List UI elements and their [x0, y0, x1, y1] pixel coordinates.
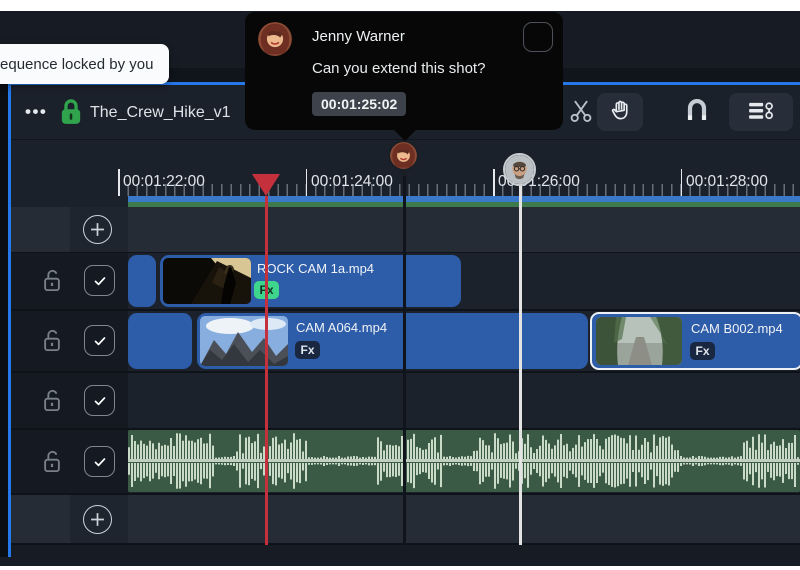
track-header-a2 [11, 430, 128, 493]
clip-thumbnail-cam-b002 [596, 317, 682, 365]
clip-audio-waveform[interactable] [128, 430, 800, 492]
track-enable-checkbox[interactable] [84, 325, 115, 356]
left-gutter [0, 82, 8, 557]
add-track-row-top [11, 207, 800, 252]
track-enable-checkbox[interactable] [84, 446, 115, 477]
hand-icon [608, 98, 633, 126]
audio-waveform-channel-left [128, 432, 800, 459]
fx-badge[interactable]: Fx [295, 341, 320, 359]
snap-toggle-button[interactable] [674, 93, 720, 131]
collaborator-marker-line [519, 185, 522, 545]
ruler-major-tick [681, 169, 683, 196]
scissors-icon [568, 98, 594, 127]
hand-tool-button[interactable] [597, 93, 643, 131]
track-enable-checkbox[interactable] [84, 385, 115, 416]
panel-bottom-strip [11, 545, 800, 557]
sequence-locked-tooltip: Sequence locked by you [0, 44, 169, 84]
magnet-icon [683, 97, 711, 128]
comment-popup-tail [393, 129, 417, 141]
clip-rock-cam[interactable]: ROCK CAM 1a.mp4 Fx [160, 255, 461, 307]
sequence-locked-tooltip-text: Sequence locked by you [0, 56, 153, 73]
comment-message: Can you extend this shot? [312, 60, 485, 77]
clip-label: CAM A064.mp4 [296, 320, 387, 335]
track-options-button[interactable] [729, 93, 793, 131]
ruler-major-tick [306, 169, 308, 196]
comment-marker-avatar-jenny[interactable] [388, 140, 419, 171]
track-header-v2 [11, 253, 128, 309]
track-header-v1 [11, 311, 128, 371]
playhead-handle[interactable] [252, 174, 280, 196]
sequence-title: The_Crew_Hike_v1 [90, 85, 231, 140]
clip-thumbnail-rock-cam [163, 258, 251, 304]
track-lock-toggle[interactable] [41, 449, 63, 474]
track-lock-toggle[interactable] [41, 268, 63, 293]
timeline-panel: ••• The_Crew_Hike_v1 [8, 82, 800, 557]
waveform-center-line [128, 459, 800, 462]
comment-popup: Jenny Warner Can you extend this shot? 0… [245, 12, 563, 130]
clip-stub-v1[interactable] [128, 313, 192, 369]
comment-marker-line [403, 168, 406, 545]
track-lane-a1[interactable] [128, 373, 800, 428]
cut-tool-button[interactable] [563, 93, 599, 131]
add-track-row-bottom [11, 495, 800, 543]
audio-waveform-channel-right [128, 463, 800, 490]
clip-cam-a064[interactable]: CAM A064.mp4 Fx [197, 313, 588, 369]
commenter-avatar [258, 22, 292, 56]
commenter-name: Jenny Warner [312, 28, 405, 45]
track-settings-icon [746, 98, 776, 127]
tracks-area: ROCK CAM 1a.mp4 Fx CAM A064.mp4 Fx [11, 207, 800, 557]
video-editor-screenshot: Sequence locked by you ••• The_Crew_Hike… [0, 0, 800, 570]
ruler-major-tick [493, 169, 495, 196]
clip-stub-v2[interactable] [128, 255, 156, 307]
playhead-line [265, 196, 268, 545]
add-track-button-bottom[interactable] [83, 505, 112, 534]
ruler-major-tick [118, 169, 120, 196]
comment-resolve-checkbox[interactable] [523, 22, 553, 52]
sequence-lock-icon [60, 98, 82, 125]
comment-timecode-badge[interactable]: 00:01:25:02 [312, 92, 406, 116]
track-lock-toggle[interactable] [41, 388, 63, 413]
ruler-timecode-label: 00:01:28:00 [686, 173, 768, 191]
track-lock-toggle[interactable] [41, 328, 63, 353]
ruler-timecode-label: 00:01:22:00 [123, 173, 205, 191]
clip-cam-b002[interactable]: CAM B002.mp4 Fx [590, 312, 800, 370]
ruler-timecode-label: 00:01:24:00 [311, 173, 393, 191]
clip-label: CAM B002.mp4 [691, 321, 783, 336]
fx-badge[interactable]: Fx [690, 342, 715, 360]
clip-thumbnail-cam-a064 [200, 316, 288, 366]
clip-label: ROCK CAM 1a.mp4 [257, 261, 374, 276]
collaborator-marker-avatar[interactable] [503, 153, 536, 186]
track-header-a1 [11, 373, 128, 428]
track-row-a1 [11, 373, 800, 428]
add-track-button-top[interactable] [83, 215, 112, 244]
more-options-button[interactable]: ••• [25, 99, 59, 125]
track-enable-checkbox[interactable] [84, 265, 115, 296]
